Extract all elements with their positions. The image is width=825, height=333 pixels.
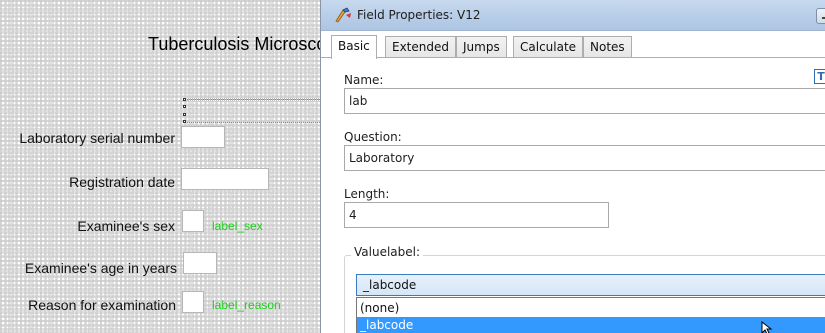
field-box-registration-date[interactable] xyxy=(181,168,269,190)
field-label-registration-date[interactable]: Registration date xyxy=(8,174,175,190)
tab-calculate[interactable]: Calculate xyxy=(513,36,584,57)
minimize-button[interactable] xyxy=(816,8,825,24)
resize-handle[interactable] xyxy=(183,98,186,101)
field-label-lab-serial[interactable]: Laboratory serial number xyxy=(8,130,175,146)
grid-line xyxy=(96,0,97,333)
name-input[interactable]: lab xyxy=(344,88,825,114)
tab-basic[interactable]: Basic xyxy=(331,35,377,59)
value-label-sex[interactable]: label_sex xyxy=(212,219,263,233)
valuelabel-selected-value: _labcode xyxy=(363,278,417,292)
form-title: Tuberculosis Microscopy xyxy=(148,34,320,54)
field-label-age[interactable]: Examinee's age in years xyxy=(8,260,177,276)
valuelabel-select[interactable]: _labcode xyxy=(356,274,825,296)
tab-notes[interactable]: Notes xyxy=(583,36,632,57)
tab-strip: Basic Extended Jumps Calculate Notes xyxy=(321,35,825,59)
length-label: Length: xyxy=(344,187,390,201)
name-label: Name: xyxy=(344,73,384,87)
tab-extended[interactable]: Extended xyxy=(385,36,456,57)
field-label-reason[interactable]: Reason for examination xyxy=(8,297,176,313)
resize-handle[interactable] xyxy=(183,113,186,116)
length-input[interactable]: 4 xyxy=(344,202,609,228)
field-box-sex[interactable] xyxy=(182,210,204,232)
field-box-age[interactable] xyxy=(183,252,217,274)
grid-line xyxy=(48,0,49,333)
resize-handle[interactable] xyxy=(183,105,186,108)
valuelabel-dropdown-list: (none) _labcode xyxy=(356,297,825,333)
mouse-pointer-icon xyxy=(761,321,773,333)
grid-line xyxy=(144,0,145,333)
dialog-title: Field Properties: V12 xyxy=(357,8,481,22)
field-properties-dialog: Field Properties: V12 Basic Extended Jum… xyxy=(320,0,825,333)
dropdown-option-labcode[interactable]: _labcode xyxy=(357,317,825,333)
field-label-sex[interactable]: Examinee's sex xyxy=(8,218,175,234)
question-label: Question: xyxy=(344,130,402,144)
tab-jumps[interactable]: Jumps xyxy=(456,36,507,57)
app-icon xyxy=(335,7,351,23)
valuelabel-group-title: Valuelabel: xyxy=(351,245,424,259)
resize-handle[interactable] xyxy=(183,120,186,123)
field-box-reason[interactable] xyxy=(182,291,204,313)
selected-field-box[interactable] xyxy=(184,99,324,123)
question-input[interactable]: Laboratory xyxy=(344,145,825,171)
dialog-titlebar[interactable]: Field Properties: V12 xyxy=(321,0,825,31)
value-label-reason[interactable]: label_reason xyxy=(212,298,281,312)
dropdown-option-none[interactable]: (none) xyxy=(357,300,825,317)
t-button[interactable]: T xyxy=(814,69,825,84)
field-box-lab-serial[interactable] xyxy=(181,126,225,148)
